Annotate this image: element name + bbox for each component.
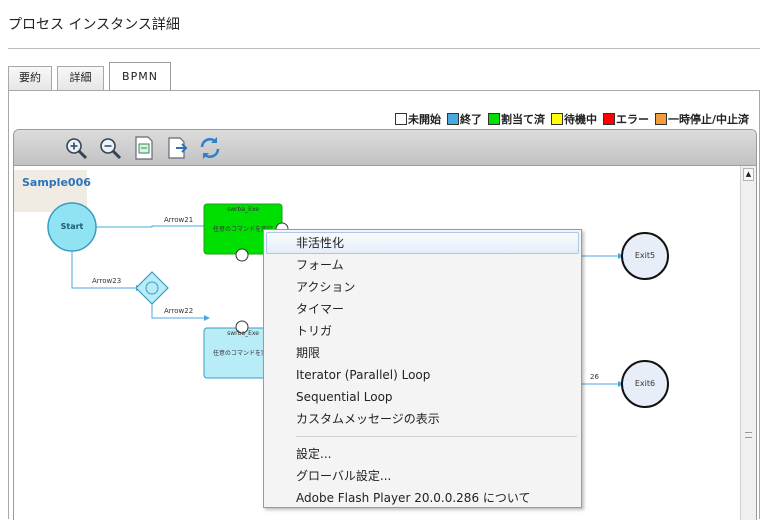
scroll-grip[interactable] — [745, 432, 752, 438]
refresh-icon[interactable] — [198, 136, 222, 160]
partial-edge-label: 26 — [590, 373, 599, 381]
menu-item-about-flash[interactable]: Adobe Flash Player 20.0.0.286 について — [266, 487, 579, 509]
menu-item-iterator-loop[interactable]: Iterator (Parallel) Loop — [266, 364, 579, 386]
legend-waiting: 待機中 — [550, 111, 597, 127]
vertical-scrollbar[interactable]: ▲ — [740, 166, 756, 520]
arrow23-label: Arrow23 — [92, 277, 122, 285]
fit-page-icon[interactable] — [132, 136, 156, 160]
exclusive-gateway[interactable] — [135, 271, 169, 305]
exit5-end-event[interactable] — [621, 232, 669, 280]
boundary-event[interactable] — [235, 248, 249, 262]
page-title: プロセス インスタンス詳細 — [8, 17, 180, 33]
export-icon[interactable] — [166, 136, 190, 160]
tab-summary[interactable]: 要約 — [8, 66, 52, 90]
legend-swatch — [602, 113, 615, 125]
menu-item-custom-message[interactable]: カスタムメッセージの表示 — [266, 408, 579, 430]
scroll-up-arrow-icon[interactable]: ▲ — [743, 168, 754, 181]
tab-bpmn[interactable]: BPMN — [109, 62, 171, 91]
context-menu: 非活性化 フォーム アクション タイマー トリガ 期限 Iterator (Pa… — [263, 229, 582, 508]
legend-swatch — [446, 113, 459, 125]
status-legend: 未開始 終了 割当て済 待機中 エラー 一時停止/中止済 — [394, 111, 749, 127]
menu-item-trigger[interactable]: トリガ — [266, 320, 579, 342]
legend-swatch — [654, 113, 667, 125]
menu-item-sequential-loop[interactable]: Sequential Loop — [266, 386, 579, 408]
legend-error: エラー — [602, 111, 649, 127]
legend-completed: 終了 — [446, 111, 482, 127]
menu-item-settings[interactable]: 設定... — [266, 443, 579, 465]
menu-item-form[interactable]: フォーム — [266, 254, 579, 276]
legend-assigned: 割当て済 — [487, 111, 545, 127]
tab-details[interactable]: 詳細 — [57, 66, 104, 90]
legend-not-started: 未開始 — [394, 111, 441, 127]
menu-separator — [296, 436, 577, 437]
legend-swatch — [550, 113, 563, 125]
start-event[interactable] — [47, 202, 97, 252]
zoom-in-icon[interactable] — [64, 136, 88, 160]
menu-item-deactivate[interactable]: 非活性化 — [266, 232, 579, 254]
zoom-out-icon[interactable] — [98, 136, 122, 160]
boundary-event[interactable] — [235, 320, 249, 334]
menu-item-action[interactable]: アクション — [266, 276, 579, 298]
arrow21-label: Arrow21 — [164, 216, 194, 224]
legend-swatch — [394, 113, 407, 125]
arrow22-label: Arrow22 — [164, 307, 194, 315]
legend-suspended: 一時停止/中止済 — [654, 111, 749, 127]
viewer-toolbar — [14, 130, 756, 166]
exit6-end-event[interactable] — [621, 360, 669, 408]
arrowhead — [204, 315, 210, 321]
menu-item-timer[interactable]: タイマー — [266, 298, 579, 320]
title-divider — [8, 48, 760, 49]
arrow21-flow[interactable] — [91, 225, 204, 228]
menu-item-deadline[interactable]: 期限 — [266, 342, 579, 364]
legend-swatch — [487, 113, 500, 125]
menu-item-global-settings[interactable]: グローバル設定... — [266, 465, 579, 487]
